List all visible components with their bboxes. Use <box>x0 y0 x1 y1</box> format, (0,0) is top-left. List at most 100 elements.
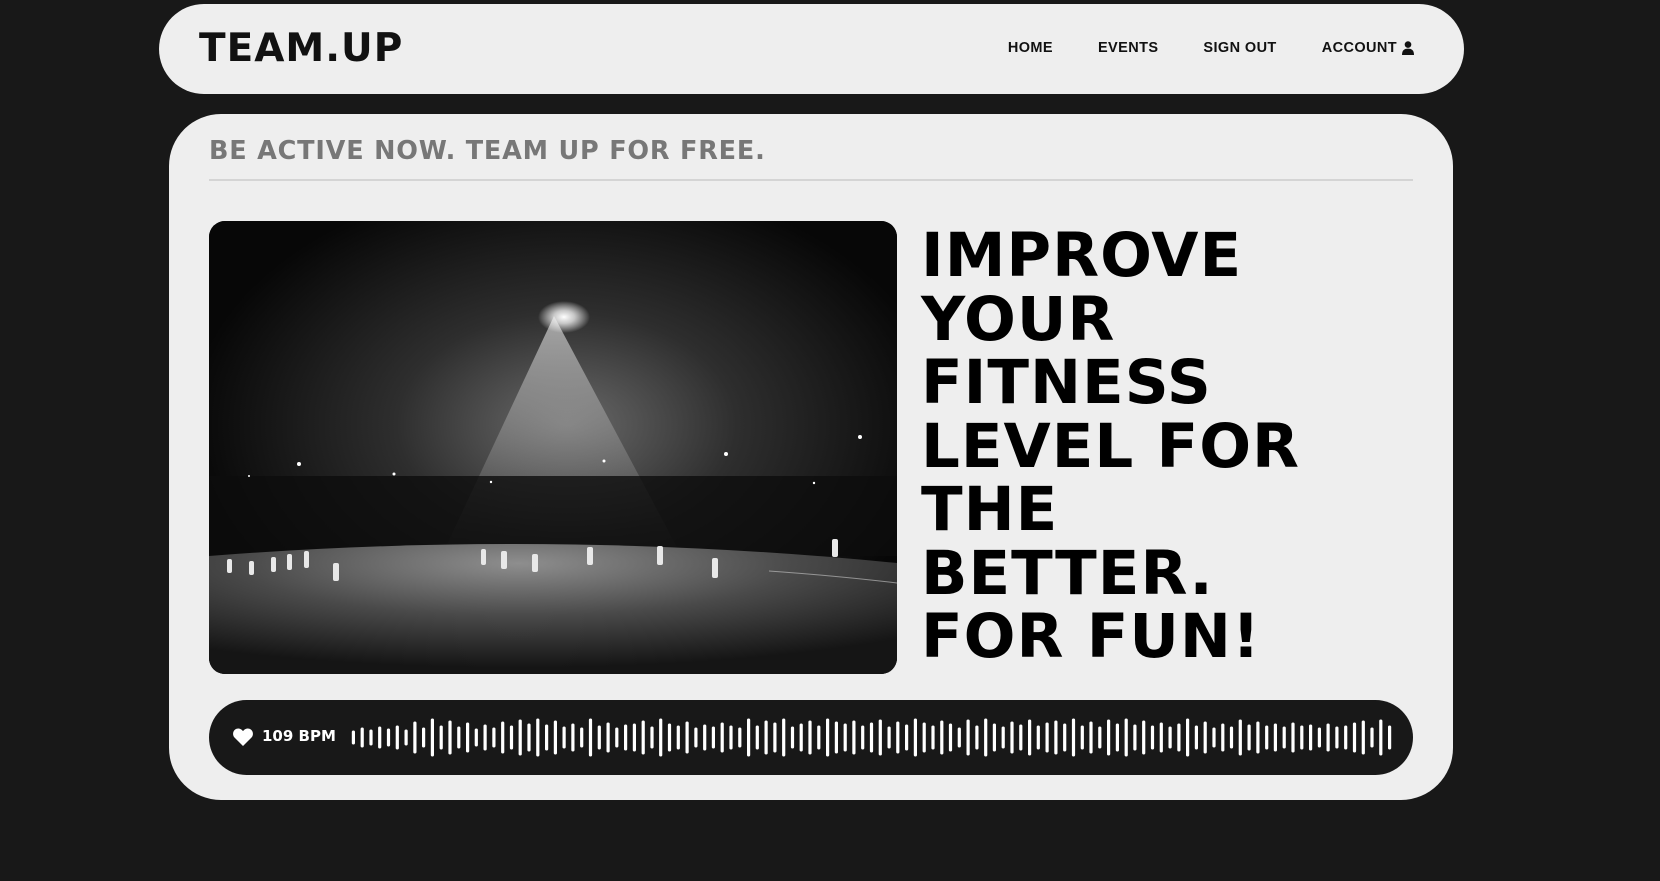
nav-links: HOME EVENTS SIGN OUT ACCOUNT <box>1008 40 1414 56</box>
wave-bar <box>1229 726 1234 749</box>
wave-bar <box>430 718 434 757</box>
top-navbar: TEAM.UP HOME EVENTS SIGN OUT ACCOUNT <box>159 4 1464 94</box>
wave-bar <box>834 721 838 754</box>
wave-bar <box>474 728 478 747</box>
wave-bar <box>1045 722 1049 753</box>
wave-bar <box>632 723 636 752</box>
wave-bar <box>1326 723 1330 752</box>
wave-bar <box>694 727 698 748</box>
wave-bar <box>571 723 575 752</box>
logo[interactable]: TEAM.UP <box>199 26 403 72</box>
wave-bar <box>1335 726 1339 749</box>
wave-bar <box>501 721 505 754</box>
wave-bar <box>641 720 645 755</box>
wave-bar <box>861 725 865 750</box>
wave-bar <box>826 718 830 757</box>
wave-bar <box>1238 719 1242 756</box>
wave-bar <box>624 724 628 751</box>
wave-bar <box>755 725 759 750</box>
wave-bar <box>676 725 680 750</box>
night-soccer-photo <box>209 221 897 674</box>
wave-bar <box>351 730 355 745</box>
wave-bar <box>1098 726 1102 749</box>
wave-bar <box>1317 727 1321 748</box>
wave-bar <box>764 720 768 755</box>
wave-bar <box>483 724 487 751</box>
wave-bar <box>360 727 364 748</box>
wave-bar <box>386 728 391 747</box>
wave-bar <box>562 726 566 749</box>
wave-bar <box>422 727 426 748</box>
divider <box>209 179 1413 181</box>
wave-bar <box>1080 725 1084 750</box>
wave-bar <box>1115 723 1119 752</box>
wave-bar <box>1388 725 1392 750</box>
wave-bar <box>667 723 672 752</box>
wave-bar <box>896 721 900 754</box>
wave-bar <box>1291 722 1295 753</box>
hero-image <box>209 221 897 674</box>
wave-bar <box>1282 726 1286 749</box>
wave-bar <box>1361 720 1365 755</box>
wave-bar <box>650 726 654 749</box>
wave-bar <box>1352 722 1357 753</box>
wave-bar <box>1133 724 1137 751</box>
wave-bar <box>466 722 470 753</box>
wave-bar <box>448 720 452 755</box>
nav-account-link[interactable]: ACCOUNT <box>1322 40 1414 56</box>
wave-bar <box>966 719 970 756</box>
wave-bar <box>1036 725 1040 750</box>
wave-bar <box>378 726 382 749</box>
wave-bar <box>615 727 619 748</box>
heart-icon <box>233 728 253 746</box>
wave-bar <box>1159 722 1163 753</box>
tagline: BE ACTIVE NOW. TEAM UP FOR FREE. <box>209 136 766 166</box>
headline: IMPROVE YOUR FITNESS LEVEL FOR THE BETTE… <box>921 220 1301 672</box>
wave-bar <box>720 722 724 753</box>
bpm-label: 109 BPM <box>262 727 336 745</box>
wave-bar <box>1150 725 1155 750</box>
wave-bar <box>536 718 540 757</box>
wave-bar <box>887 726 891 749</box>
nav-account-label: ACCOUNT <box>1321 40 1397 56</box>
wave-bar <box>659 718 663 757</box>
nav-home-link[interactable]: HOME <box>1008 40 1053 56</box>
wave-bar <box>1203 721 1207 754</box>
nav-events-link[interactable]: EVENTS <box>1098 40 1158 56</box>
wave-bar <box>413 721 417 754</box>
wave-bar <box>1265 725 1269 750</box>
wave-bar <box>738 727 742 748</box>
wave-bar <box>1300 725 1304 750</box>
wave-bar <box>518 719 522 756</box>
wave-bar <box>782 718 786 757</box>
wave-bar <box>878 719 882 756</box>
wave-bar <box>922 722 926 753</box>
wave-bar <box>905 724 909 751</box>
wave-bar <box>817 725 821 750</box>
wave-bar <box>1054 720 1058 755</box>
wave-bar <box>1142 720 1146 755</box>
wave-bar <box>439 725 443 750</box>
nav-events-label: EVENTS <box>1097 40 1159 56</box>
wave-bar <box>545 724 549 751</box>
wave-bar <box>790 726 795 749</box>
heart-rate-bar: 109 BPM <box>209 700 1413 775</box>
wave-bar <box>1019 724 1023 751</box>
wave-bar <box>711 726 715 749</box>
wave-bar <box>957 727 961 748</box>
wave-bar <box>509 725 514 750</box>
wave-bar <box>1194 725 1198 750</box>
nav-sign-out-link[interactable]: SIGN OUT <box>1203 40 1276 56</box>
wave-bar <box>1124 718 1128 757</box>
wave-bar <box>1247 724 1251 751</box>
wave-bar <box>1221 723 1225 752</box>
wave-bar <box>869 722 874 753</box>
wave-bar <box>1001 726 1005 749</box>
wave-bar <box>992 723 996 752</box>
hero-card: BE ACTIVE NOW. TEAM UP FOR FREE. IMPROVE… <box>169 114 1453 800</box>
wave-bar <box>527 723 531 752</box>
wave-bar <box>729 725 733 750</box>
wave-bar <box>1177 723 1181 752</box>
wave-bar <box>685 721 689 754</box>
wave-bar <box>1309 724 1313 751</box>
